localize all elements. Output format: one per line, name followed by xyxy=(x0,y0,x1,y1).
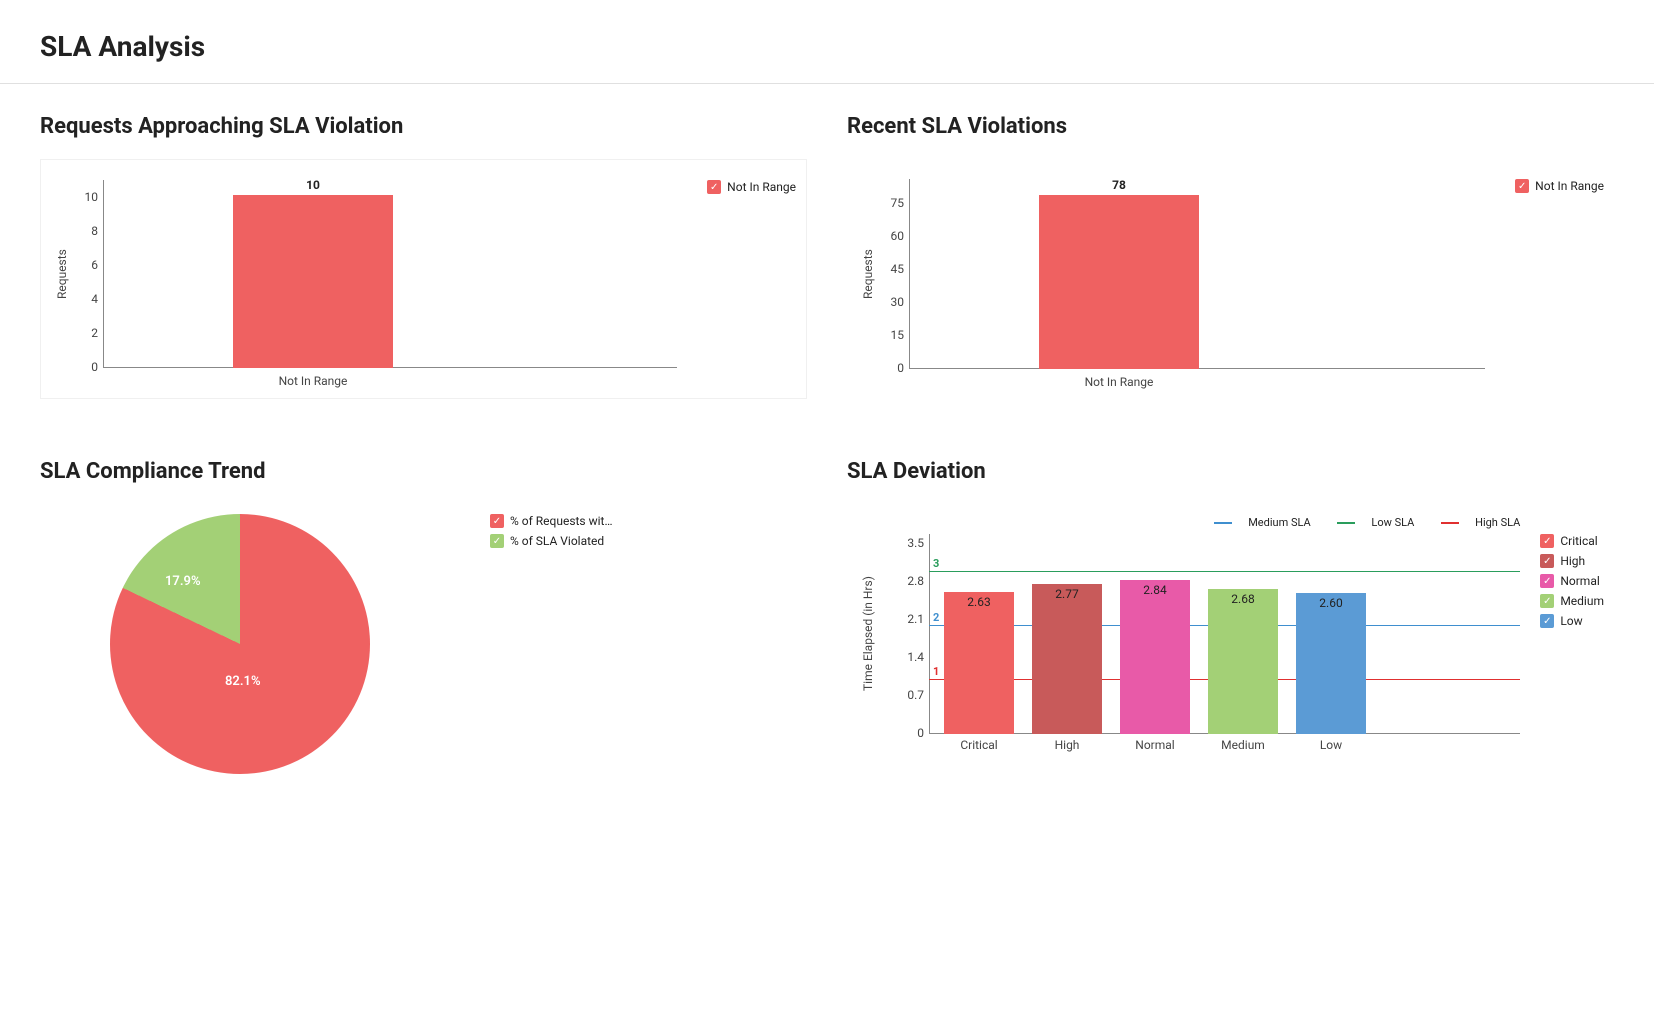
panel-approaching: Requests Approaching SLA Violation Reque… xyxy=(40,114,807,399)
ref-line-low xyxy=(929,571,1520,572)
panel-deviation: SLA Deviation Time Elapsed (in Hrs) Medi… xyxy=(847,459,1614,784)
check-icon: ✓ xyxy=(490,514,504,528)
bar-value-approaching: 10 xyxy=(306,178,320,192)
legend-approaching: ✓ Not In Range xyxy=(707,180,796,368)
ref-label-high: 1 xyxy=(933,665,939,678)
panel-compliance: SLA Compliance Trend 82.1% 17.9% ✓ % of … xyxy=(40,459,807,784)
check-icon: ✓ xyxy=(1540,574,1554,588)
legend-item[interactable]: ✓ Normal xyxy=(1540,574,1604,588)
legend-label: % of SLA Violated xyxy=(510,534,604,548)
ylabel-deviation: Time Elapsed (in Hrs) xyxy=(857,534,879,734)
check-icon: ✓ xyxy=(1540,614,1554,628)
legend-label: Not In Range xyxy=(727,180,796,194)
legend-deviation: ✓ Critical ✓ High ✓ Normal ✓ Medium ✓ Low xyxy=(1540,534,1604,734)
xtick: Critical xyxy=(960,738,997,752)
legend-label: Critical xyxy=(1560,534,1597,548)
bar-value: 2.63 xyxy=(967,595,990,609)
bar-value: 2.60 xyxy=(1319,596,1342,610)
legend-item[interactable]: ✓ Medium xyxy=(1540,594,1604,608)
legend-label: Not In Range xyxy=(1535,179,1604,193)
legend-item[interactable]: ✓ Not In Range xyxy=(1515,179,1604,193)
legend-label: Low xyxy=(1560,614,1582,628)
legend-item[interactable]: ✓ % of Requests wit… xyxy=(490,514,613,528)
ytick: 2 xyxy=(78,326,98,340)
bar-value: 2.68 xyxy=(1231,592,1254,606)
ref-legend-label: High SLA xyxy=(1475,516,1520,529)
legend-recent: ✓ Not In Range xyxy=(1515,179,1604,369)
ytick: 6 xyxy=(78,258,98,272)
legend-label: % of Requests wit… xyxy=(510,514,613,528)
pie-body xyxy=(110,514,370,774)
ytick: 75 xyxy=(884,196,904,210)
bar-value: 2.84 xyxy=(1143,583,1166,597)
ylabel-recent: Requests xyxy=(857,179,879,369)
ytick: 60 xyxy=(884,229,904,243)
ytick: 0 xyxy=(884,361,904,375)
check-icon: ✓ xyxy=(707,180,721,194)
ylabel-approaching: Requests xyxy=(51,180,73,368)
xtick: High xyxy=(1055,738,1080,752)
bar-normal[interactable] xyxy=(1120,580,1190,734)
legend-item[interactable]: ✓ High xyxy=(1540,554,1604,568)
legend-item[interactable]: ✓ Not In Range xyxy=(707,180,796,194)
check-icon: ✓ xyxy=(490,534,504,548)
pie-label-small: 17.9% xyxy=(165,574,201,589)
check-icon: ✓ xyxy=(1540,594,1554,608)
ytick: 15 xyxy=(884,328,904,342)
ytick: 30 xyxy=(884,295,904,309)
ytick: 45 xyxy=(884,262,904,276)
check-icon: ✓ xyxy=(1540,554,1554,568)
legend-item[interactable]: ✓ Critical xyxy=(1540,534,1604,548)
ytick: 10 xyxy=(78,190,98,204)
check-icon: ✓ xyxy=(1540,534,1554,548)
ytick: 4 xyxy=(78,292,98,306)
bar-high[interactable] xyxy=(1032,584,1102,734)
dashboard-grid: Requests Approaching SLA Violation Reque… xyxy=(0,84,1654,814)
bar-value-recent: 78 xyxy=(1112,178,1126,192)
bar-recent[interactable] xyxy=(1039,195,1199,369)
ytick: 2.1 xyxy=(899,612,924,626)
legend-label: Medium xyxy=(1560,594,1604,608)
legend-item[interactable]: ✓ Low xyxy=(1540,614,1604,628)
bar-critical[interactable] xyxy=(944,592,1014,734)
ref-label-medium: 2 xyxy=(933,611,939,624)
xtick-approaching: Not In Range xyxy=(279,374,348,388)
legend-label: Normal xyxy=(1560,574,1599,588)
ref-legend-label: Low SLA xyxy=(1371,516,1414,529)
ytick: 0 xyxy=(899,726,924,740)
ref-label-low: 3 xyxy=(933,557,939,570)
legend-item[interactable]: ✓ % of SLA Violated xyxy=(490,534,613,548)
xtick: Normal xyxy=(1135,738,1174,752)
legend-compliance: ✓ % of Requests wit… ✓ % of SLA Violated xyxy=(490,514,613,774)
ytick: 1.4 xyxy=(899,650,924,664)
ytick: 3.5 xyxy=(899,536,924,550)
ytick: 0.7 xyxy=(899,688,924,702)
bar-medium[interactable] xyxy=(1208,589,1278,734)
ref-legend-label: Medium SLA xyxy=(1248,516,1311,529)
pie-label-big: 82.1% xyxy=(225,674,261,689)
ref-line-legend: Medium SLA Low SLA High SLA xyxy=(1190,516,1520,529)
pie-chart[interactable]: 82.1% 17.9% xyxy=(110,514,370,774)
xtick-recent: Not In Range xyxy=(1085,375,1154,389)
bar-low[interactable] xyxy=(1296,593,1366,734)
ytick: 2.8 xyxy=(899,574,924,588)
panel-title-approaching: Requests Approaching SLA Violation xyxy=(40,114,807,139)
xtick: Medium xyxy=(1221,738,1265,752)
panel-title-compliance: SLA Compliance Trend xyxy=(40,459,807,484)
bar-approaching[interactable] xyxy=(233,195,393,368)
page-title: SLA Analysis xyxy=(0,0,1654,83)
panel-recent: Recent SLA Violations Requests 0 15 30 4… xyxy=(847,114,1614,399)
ytick: 8 xyxy=(78,224,98,238)
panel-title-recent: Recent SLA Violations xyxy=(847,114,1614,139)
legend-label: High xyxy=(1560,554,1585,568)
panel-title-deviation: SLA Deviation xyxy=(847,459,1614,484)
check-icon: ✓ xyxy=(1515,179,1529,193)
ytick: 0 xyxy=(78,360,98,374)
bar-value: 2.77 xyxy=(1055,587,1078,601)
xtick: Low xyxy=(1320,738,1342,752)
